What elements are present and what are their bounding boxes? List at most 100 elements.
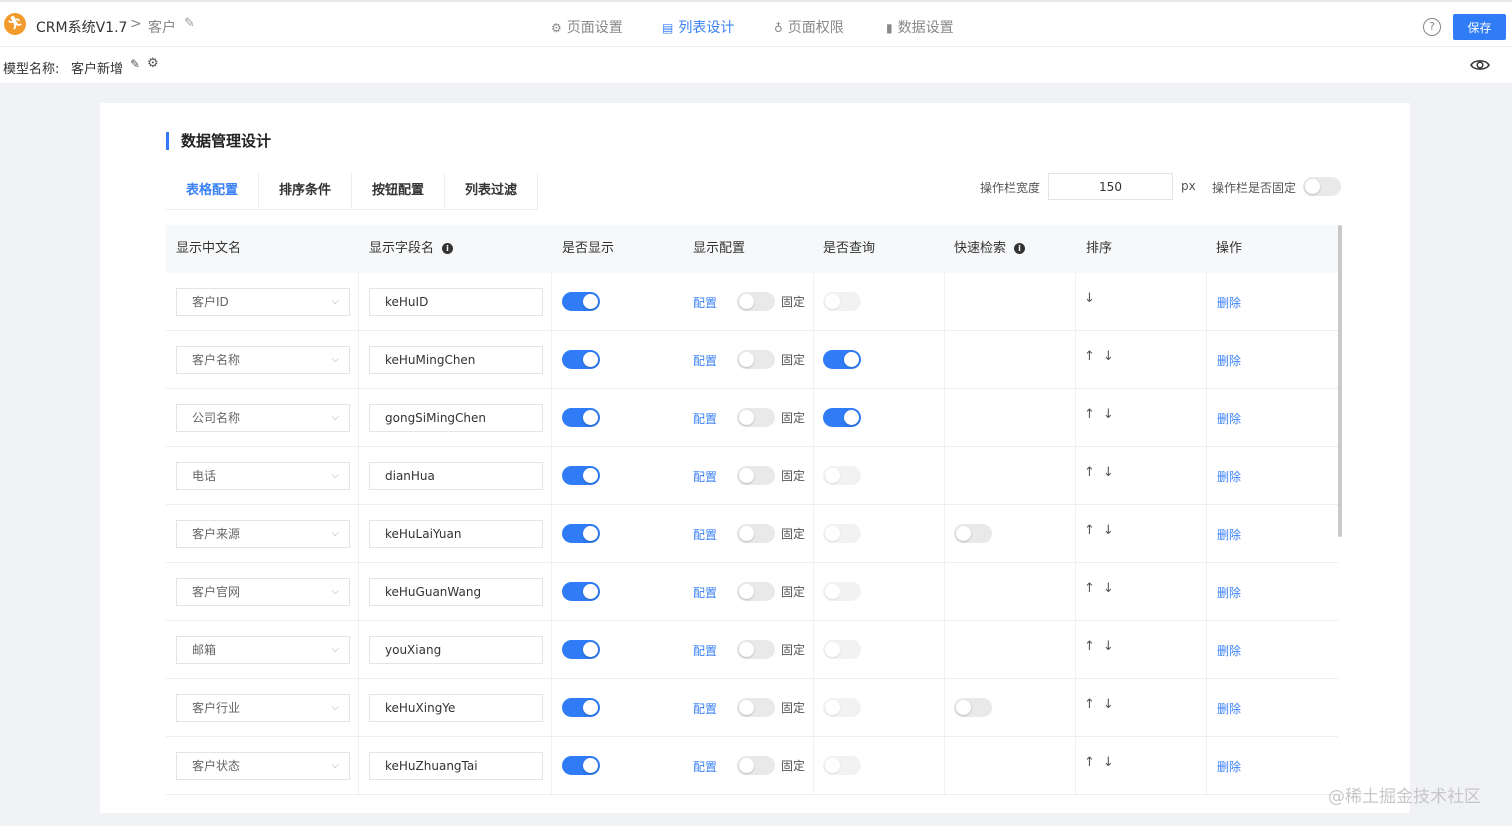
save-button[interactable]: 保存 [1453,14,1506,40]
config-link[interactable]: 配置 [693,352,717,369]
config-link[interactable]: 配置 [693,294,717,311]
tab-list-design[interactable]: ▤ 列表设计 [662,17,735,49]
show-toggle[interactable] [562,640,600,659]
sort-down-icon[interactable]: ↓ [1103,581,1122,596]
cn-name-select[interactable]: 客户行业 ⌵ [176,694,350,722]
query-toggle[interactable] [823,756,861,775]
op-column-width-input[interactable] [1048,173,1173,200]
tab-data-settings[interactable]: ▮ 数据设置 [886,17,954,49]
sort-up-icon[interactable]: ↑ [1084,639,1103,654]
breadcrumb-page[interactable]: 客户 [148,17,176,37]
query-toggle[interactable] [823,582,861,601]
field-name-input[interactable]: keHuXingYe [369,694,543,722]
help-icon[interactable]: ? [1423,18,1441,36]
query-toggle[interactable] [823,350,861,369]
field-name-input[interactable]: keHuZhuangTai [369,752,543,780]
query-toggle[interactable] [823,640,861,659]
delete-link[interactable]: 删除 [1217,700,1241,717]
delete-link[interactable]: 删除 [1217,526,1241,543]
show-toggle[interactable] [562,466,600,485]
delete-link[interactable]: 删除 [1217,758,1241,775]
sort-down-icon[interactable]: ↓ [1084,291,1103,306]
info-icon[interactable]: i [1014,243,1026,254]
show-toggle[interactable] [562,350,600,369]
cn-name-select[interactable]: 客户名称 ⌵ [176,346,350,374]
field-name-input[interactable]: keHuLaiYuan [369,520,543,548]
delete-link[interactable]: 删除 [1217,642,1241,659]
table-scrollbar[interactable] [1338,225,1342,537]
field-name-input[interactable]: dianHua [369,462,543,490]
show-toggle[interactable] [562,292,600,311]
subtab-button-config[interactable]: 按钮配置 [352,173,445,209]
query-toggle[interactable] [823,698,861,717]
delete-link[interactable]: 删除 [1217,294,1241,311]
field-name-input[interactable]: gongSiMingChen [369,404,543,432]
sort-up-icon[interactable]: ↑ [1084,349,1103,364]
config-link[interactable]: 配置 [693,700,717,717]
quick-search-toggle[interactable] [954,698,992,717]
fixed-toggle[interactable] [737,350,775,369]
sort-up-icon[interactable]: ↑ [1084,523,1103,538]
info-icon[interactable]: i [442,243,454,254]
fixed-toggle[interactable] [737,582,775,601]
cn-name-select[interactable]: 邮箱 ⌵ [176,636,350,664]
show-toggle[interactable] [562,408,600,427]
sort-down-icon[interactable]: ↓ [1103,349,1122,364]
edit-pencil-icon[interactable]: ✎ [184,16,195,31]
cn-name-select[interactable]: 客户来源 ⌵ [176,520,350,548]
sort-up-icon[interactable]: ↑ [1084,407,1103,422]
cn-name-select[interactable]: 客户ID ⌵ [176,288,350,316]
fixed-toggle[interactable] [737,756,775,775]
op-column-fixed-toggle[interactable] [1303,177,1341,196]
cn-name-select[interactable]: 客户官网 ⌵ [176,578,350,606]
quick-search-toggle[interactable] [954,524,992,543]
sort-down-icon[interactable]: ↓ [1103,523,1122,538]
query-toggle[interactable] [823,466,861,485]
config-link[interactable]: 配置 [693,642,717,659]
fixed-toggle[interactable] [737,698,775,717]
show-toggle[interactable] [562,698,600,717]
sort-down-icon[interactable]: ↓ [1103,755,1122,770]
query-toggle[interactable] [823,408,861,427]
fixed-toggle[interactable] [737,292,775,311]
sort-up-icon[interactable]: ↑ [1084,581,1103,596]
fixed-toggle[interactable] [737,640,775,659]
cn-name-select[interactable]: 公司名称 ⌵ [176,404,350,432]
edit-pencil-icon[interactable]: ✎ [130,57,140,71]
subtab-table-config[interactable]: 表格配置 [166,173,259,209]
tab-page-settings[interactable]: ⚙ 页面设置 [551,17,623,49]
show-toggle[interactable] [562,582,600,601]
sort-up-icon[interactable]: ↑ [1084,697,1103,712]
sort-up-icon[interactable]: ↑ [1084,755,1103,770]
cn-name-select[interactable]: 电话 ⌵ [176,462,350,490]
gear-icon[interactable]: ⚙ [147,56,159,71]
show-toggle[interactable] [562,524,600,543]
cn-name-select[interactable]: 客户状态 ⌵ [176,752,350,780]
fixed-toggle[interactable] [737,524,775,543]
eye-icon[interactable] [1470,58,1490,72]
fixed-toggle[interactable] [737,466,775,485]
config-link[interactable]: 配置 [693,410,717,427]
field-name-input[interactable]: youXiang [369,636,543,664]
delete-link[interactable]: 删除 [1217,468,1241,485]
subtab-list-filter[interactable]: 列表过滤 [445,173,538,209]
sort-down-icon[interactable]: ↓ [1103,465,1122,480]
config-link[interactable]: 配置 [693,758,717,775]
field-name-input[interactable]: keHuMingChen [369,346,543,374]
tab-page-permissions[interactable]: ♁ 页面权限 [774,17,844,49]
field-name-input[interactable]: keHuID [369,288,543,316]
delete-link[interactable]: 删除 [1217,352,1241,369]
show-toggle[interactable] [562,756,600,775]
field-name-input[interactable]: keHuGuanWang [369,578,543,606]
sort-down-icon[interactable]: ↓ [1103,697,1122,712]
subtab-sort-conditions[interactable]: 排序条件 [259,173,352,209]
delete-link[interactable]: 删除 [1217,584,1241,601]
sort-up-icon[interactable]: ↑ [1084,465,1103,480]
query-toggle[interactable] [823,292,861,311]
config-link[interactable]: 配置 [693,468,717,485]
sort-down-icon[interactable]: ↓ [1103,639,1122,654]
config-link[interactable]: 配置 [693,584,717,601]
query-toggle[interactable] [823,524,861,543]
config-link[interactable]: 配置 [693,526,717,543]
sort-down-icon[interactable]: ↓ [1103,407,1122,422]
